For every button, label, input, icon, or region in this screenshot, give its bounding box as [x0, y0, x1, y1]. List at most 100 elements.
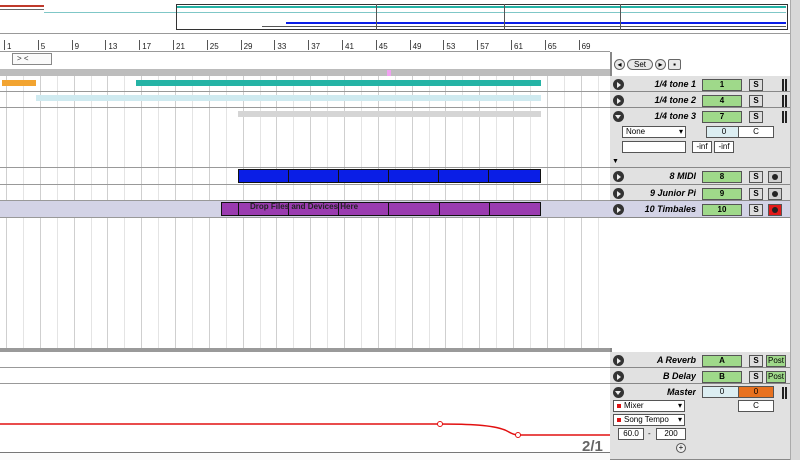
- arrangement-overview[interactable]: [0, 0, 790, 34]
- track-lane-tone2[interactable]: [0, 92, 610, 108]
- lock-icon[interactable]: ▪: [668, 59, 681, 70]
- solo-button[interactable]: S: [749, 95, 763, 107]
- audio-clip[interactable]: [2, 80, 36, 86]
- solo-button[interactable]: S: [749, 171, 763, 183]
- collapse-arrow-icon[interactable]: ▼: [612, 158, 619, 165]
- master-header[interactable]: Master 0 0 C Mixer Song Tempo 60.0 - 200…: [610, 384, 790, 460]
- solo-button[interactable]: S: [749, 204, 763, 216]
- ruler-bar-number: 41: [342, 40, 354, 51]
- return-name[interactable]: A Reverb: [628, 355, 696, 365]
- post-button[interactable]: Post: [766, 371, 786, 383]
- range-min-field[interactable]: 60.0: [618, 428, 644, 440]
- loop-area[interactable]: > <: [0, 52, 610, 70]
- fold-arrow-icon[interactable]: [613, 371, 624, 382]
- master-pan-field[interactable]: C: [738, 400, 774, 412]
- track-header-junior-pi[interactable]: 9 Junior Pi 9 S: [610, 185, 790, 201]
- send-button[interactable]: A: [702, 355, 742, 367]
- audio-clip[interactable]: [36, 95, 541, 101]
- pan-field[interactable]: C: [738, 126, 774, 138]
- track-volume[interactable]: 1: [702, 79, 742, 91]
- return-name[interactable]: B Delay: [628, 371, 696, 381]
- solo-button[interactable]: S: [749, 79, 763, 91]
- fold-arrow-icon[interactable]: [613, 188, 624, 199]
- track-volume[interactable]: 7: [702, 111, 742, 123]
- solo-button[interactable]: S: [749, 111, 763, 123]
- resize-grip-icon[interactable]: [782, 387, 787, 399]
- track-value-field[interactable]: 0: [706, 126, 742, 138]
- resize-grip-icon[interactable]: [782, 95, 787, 107]
- fold-arrow-icon[interactable]: [613, 387, 624, 398]
- post-button[interactable]: Post: [766, 355, 786, 367]
- track-name[interactable]: 1/4 tone 2: [628, 95, 696, 105]
- beat-time-ruler[interactable]: 1 5 9 13 17 21 25 29 33 37 41 45 49 53 57 61 65 69: [0, 38, 610, 52]
- automation-control-field[interactable]: [622, 141, 686, 153]
- master-volume-field[interactable]: 0: [738, 386, 774, 398]
- track-header-tone3[interactable]: 1/4 tone 3 7 S None 0 C -inf -inf ▼: [610, 108, 790, 168]
- ruler-bar-number: 49: [409, 40, 422, 51]
- automation-device-chooser[interactable]: Mixer: [613, 400, 685, 412]
- resize-grip-icon[interactable]: [782, 79, 787, 91]
- ruler-bar-number: 53: [443, 40, 456, 51]
- arrangement-area[interactable]: [0, 76, 610, 348]
- automation-breakpoint[interactable]: [437, 421, 443, 427]
- track-header-midi8[interactable]: 8 MIDI 8 S: [610, 168, 790, 185]
- track-header-timbales[interactable]: 10 Timbales 10 S: [610, 201, 790, 218]
- ruler-bar-number: 65: [544, 40, 557, 51]
- ruler-bar-number: 5: [37, 40, 46, 51]
- range-min-field[interactable]: -inf: [692, 141, 712, 153]
- set-locator-button[interactable]: Set: [627, 59, 653, 70]
- ruler-bar-number: 21: [173, 40, 185, 51]
- range-max-field[interactable]: 200: [656, 428, 686, 440]
- add-lane-icon[interactable]: +: [676, 443, 686, 453]
- return-lane-reverb[interactable]: [0, 352, 610, 368]
- next-locator-icon[interactable]: ▸: [655, 59, 666, 70]
- fold-arrow-icon[interactable]: [613, 171, 624, 182]
- track-name[interactable]: 10 Timbales: [628, 204, 696, 214]
- midi-clip[interactable]: [238, 169, 541, 183]
- automation-control-chooser[interactable]: Song Tempo: [613, 414, 685, 426]
- audio-clip[interactable]: [136, 80, 541, 86]
- track-lane-junior-pi[interactable]: [0, 185, 610, 201]
- fold-arrow-icon[interactable]: [613, 355, 624, 366]
- resize-grip-icon[interactable]: [782, 111, 787, 123]
- fold-arrow-icon[interactable]: [613, 79, 624, 90]
- track-lane-tone1[interactable]: [0, 76, 610, 92]
- track-name[interactable]: 1/4 tone 1: [628, 79, 696, 89]
- solo-button[interactable]: S: [749, 371, 763, 383]
- range-max-field[interactable]: -inf: [714, 141, 734, 153]
- send-button[interactable]: B: [702, 371, 742, 383]
- fold-arrow-icon[interactable]: [613, 204, 624, 215]
- return-header-delay[interactable]: B Delay B S Post: [610, 368, 790, 384]
- track-header-tone1[interactable]: 1/4 tone 1 1 S: [610, 76, 790, 92]
- track-volume[interactable]: 9: [702, 188, 742, 200]
- track-volume[interactable]: 4: [702, 95, 742, 107]
- track-name[interactable]: 1/4 tone 3: [628, 111, 696, 121]
- header-toolbar: ◂ Set ▸ ▪: [610, 58, 790, 72]
- track-name[interactable]: 8 MIDI: [628, 171, 696, 181]
- audio-clip[interactable]: [238, 111, 541, 117]
- track-lane-midi8[interactable]: [0, 168, 610, 185]
- loop-brace[interactable]: > <: [12, 53, 52, 65]
- solo-button[interactable]: S: [749, 355, 763, 367]
- master-name[interactable]: Master: [628, 387, 696, 397]
- fold-arrow-icon[interactable]: [613, 95, 624, 106]
- track-name[interactable]: 9 Junior Pi: [628, 188, 696, 198]
- track-lane-tone3[interactable]: [0, 108, 610, 168]
- track-volume[interactable]: 8: [702, 171, 742, 183]
- automation-breakpoint[interactable]: [515, 432, 521, 438]
- track-volume[interactable]: 10: [702, 204, 742, 216]
- overview-visible-range[interactable]: [176, 4, 788, 30]
- bottom-time-ruler[interactable]: [0, 452, 610, 460]
- prev-locator-icon[interactable]: ◂: [614, 59, 625, 70]
- arm-record-icon[interactable]: [768, 204, 782, 216]
- track-header-tone2[interactable]: 1/4 tone 2 4 S: [610, 92, 790, 108]
- automation-device-chooser[interactable]: None: [622, 126, 686, 138]
- return-header-reverb[interactable]: A Reverb A S Post: [610, 352, 790, 368]
- master-value-field[interactable]: 0: [702, 386, 742, 398]
- arm-record-icon[interactable]: [768, 171, 782, 183]
- return-lane-delay[interactable]: [0, 368, 610, 384]
- solo-button[interactable]: S: [749, 188, 763, 200]
- arm-record-icon[interactable]: [768, 188, 782, 200]
- fold-arrow-icon[interactable]: [613, 111, 624, 122]
- tempo-automation[interactable]: [0, 384, 610, 452]
